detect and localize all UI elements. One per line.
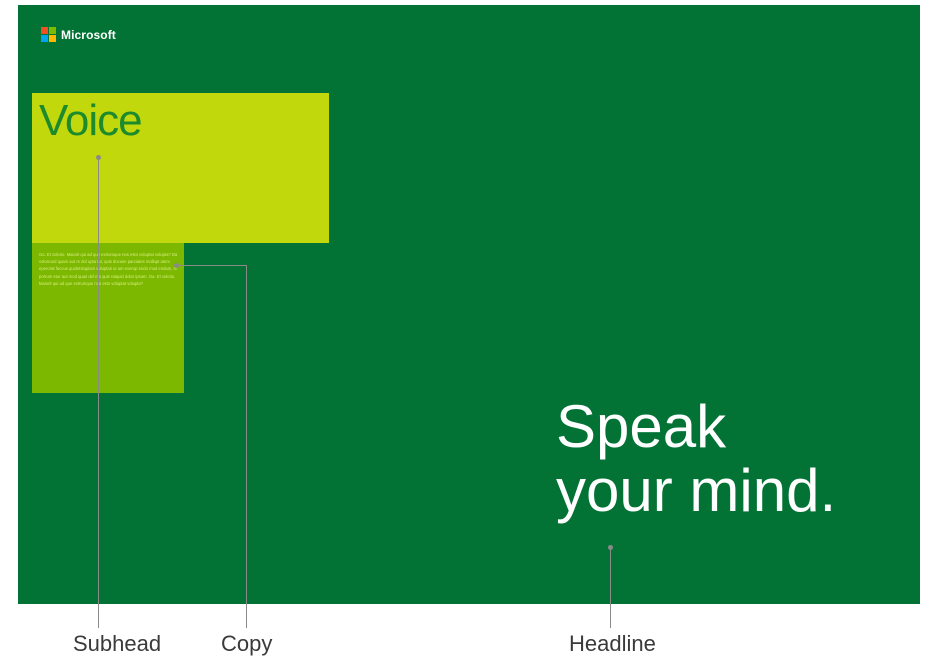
copy-callout-line-h: [177, 265, 246, 266]
microsoft-logo-icon: [41, 27, 56, 42]
layout-diagram: Microsoft Voice Ga. Et volorio. Maiorit …: [0, 0, 925, 664]
microsoft-logo: Microsoft: [41, 27, 116, 42]
subhead-block: Voice: [32, 93, 329, 243]
subhead-text: Voice: [39, 96, 143, 145]
brand-name: Microsoft: [61, 27, 116, 42]
headline-callout-line: [610, 548, 611, 628]
copy-label: Copy: [221, 631, 273, 656]
headline-line-2: your mind.: [556, 457, 837, 524]
poster: Microsoft Voice Ga. Et volorio. Maiorit …: [18, 5, 920, 604]
headline-label: Headline: [569, 631, 656, 656]
copy-text: Ga. Et volorio. Maiorit qui ad que extru…: [39, 252, 178, 286]
subhead-callout-line: [98, 158, 99, 628]
headline-line-1: Speak: [556, 393, 727, 460]
copy-block: Ga. Et volorio. Maiorit qui ad que extru…: [32, 243, 184, 393]
subhead-label: Subhead: [73, 631, 162, 656]
copy-callout-line-v: [246, 265, 247, 628]
headline: Speak your mind.: [556, 395, 836, 523]
